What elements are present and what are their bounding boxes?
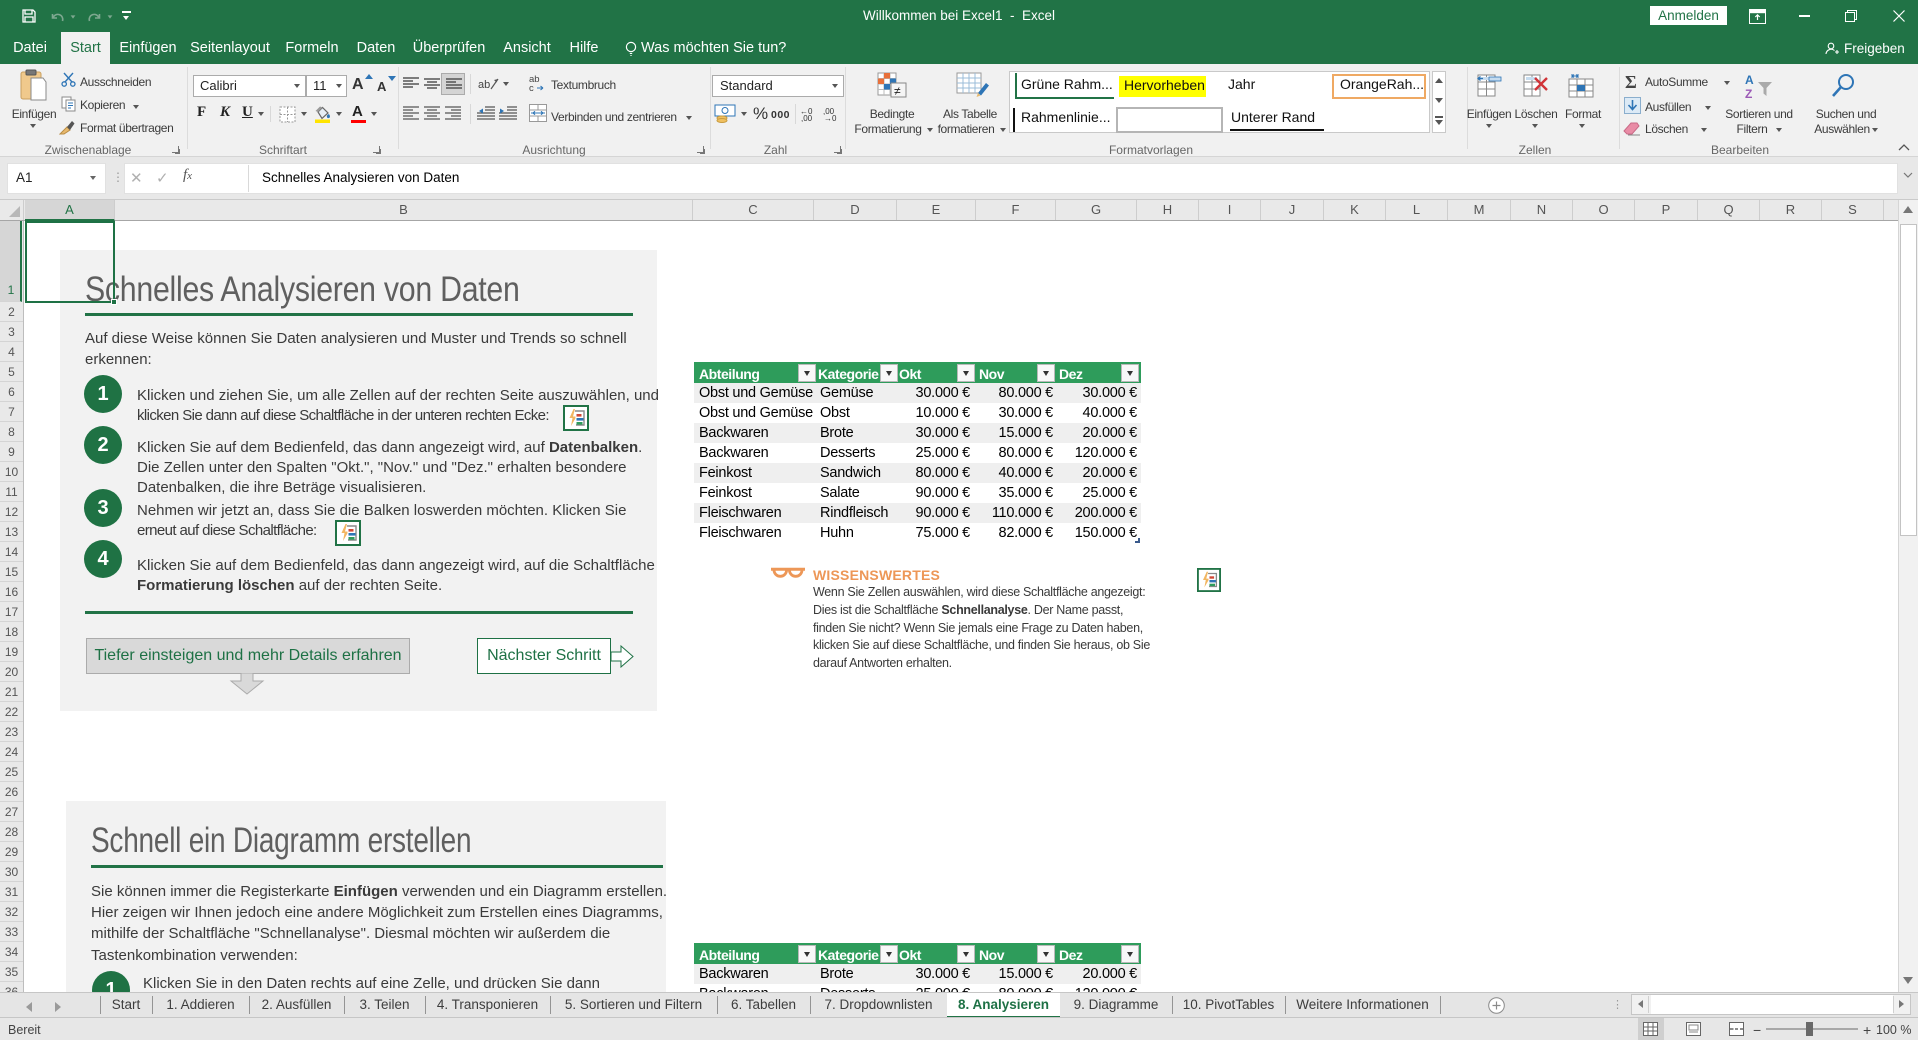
svg-text:→0: →0: [824, 114, 837, 122]
svg-text:,00: ,00: [801, 114, 813, 122]
svg-text:ab: ab: [478, 79, 490, 91]
svg-text:≠: ≠: [894, 84, 901, 98]
svg-text:c: c: [529, 83, 534, 93]
svg-text:A: A: [1745, 73, 1754, 87]
svg-text:Z: Z: [1745, 87, 1752, 100]
